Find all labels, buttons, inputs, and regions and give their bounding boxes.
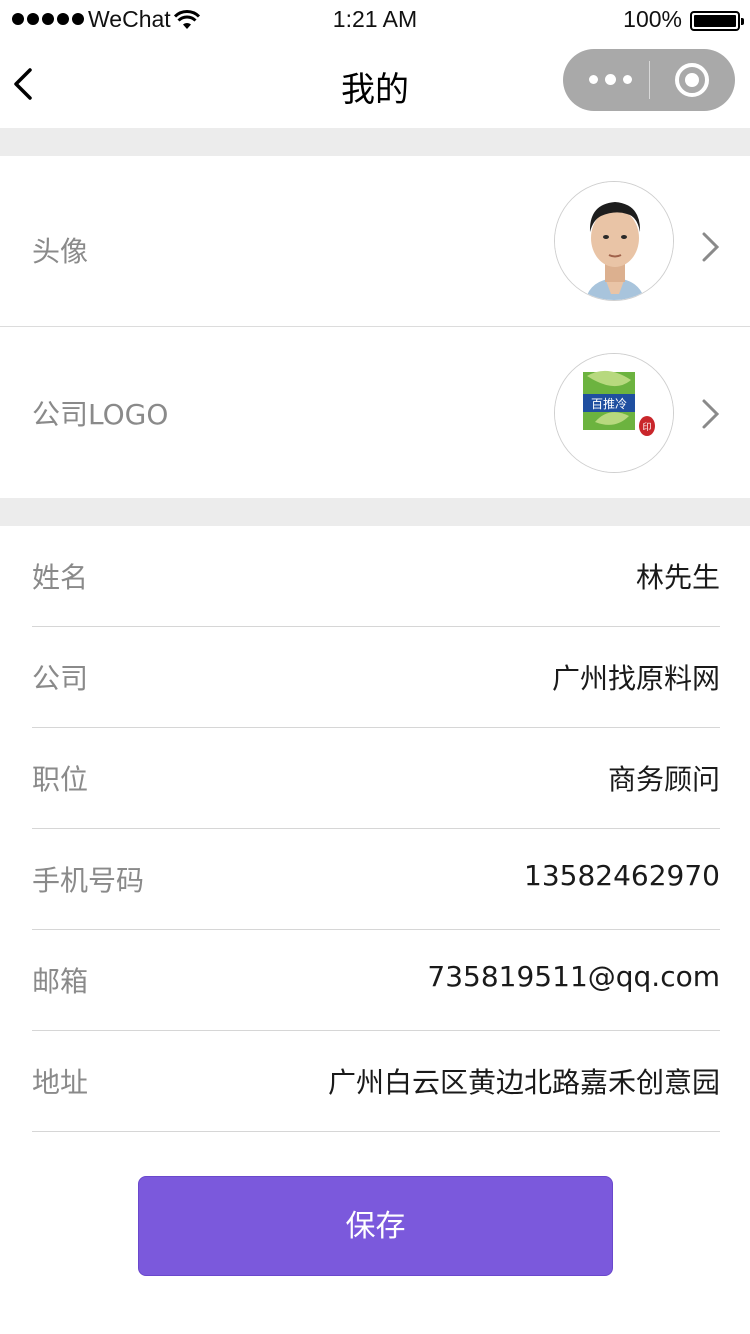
field-position[interactable]: 职位 商务顾问 [32,728,720,829]
field-label: 公司 [32,662,89,695]
field-value[interactable]: 735819511@qq.com [427,960,720,993]
field-value[interactable]: 广州找原料网 [552,657,720,697]
company-logo-label: 公司LOGO [32,398,169,431]
capsule-divider [649,61,650,99]
company-logo-text: 百推冷 [591,397,627,411]
mini-program-capsule [563,49,735,111]
company-logo[interactable]: 百推冷 印 [554,353,674,473]
field-label: 地址 [32,1066,89,1099]
field-value[interactable]: 林先生 [636,556,720,596]
field-value[interactable]: 13582462970 [524,859,720,892]
avatar[interactable] [554,181,674,301]
close-circle-icon[interactable] [675,63,709,97]
battery-fill [694,15,736,27]
svg-text:印: 印 [642,421,651,433]
field-label: 邮箱 [32,965,89,998]
section-gap [0,498,750,526]
battery-percentage: 100% [623,6,682,32]
field-name[interactable]: 姓名 林先生 [32,526,720,627]
field-company[interactable]: 公司 广州找原料网 [32,627,720,728]
field-label: 手机号码 [32,864,145,897]
field-email[interactable]: 邮箱 735819511@qq.com [32,930,720,1031]
avatar-label: 头像 [32,235,89,268]
field-value[interactable]: 广州白云区黄边北路嘉禾创意园 [328,1061,720,1101]
battery-icon [690,11,744,31]
chevron-right-icon [702,232,720,262]
more-dots-icon[interactable] [589,74,632,85]
status-bar: WeChat 1:21 AM 100% [0,0,750,40]
save-button[interactable]: 保存 [138,1176,613,1276]
avatar-photo [555,182,673,300]
avatar-row[interactable]: 头像 [0,156,750,326]
field-label: 姓名 [32,561,89,594]
field-value[interactable]: 商务顾问 [608,758,720,798]
navigation-bar: 我的 [0,40,750,128]
chevron-right-icon [702,399,720,429]
field-phone[interactable]: 手机号码 13582462970 [32,829,720,930]
field-address[interactable]: 地址 广州白云区黄边北路嘉禾创意园 [32,1031,720,1132]
company-logo-row[interactable]: 公司LOGO 百推冷 印 [0,327,750,497]
section-gap [0,128,750,156]
field-label: 职位 [32,763,89,796]
company-logo-image: 百推冷 印 [555,354,673,472]
